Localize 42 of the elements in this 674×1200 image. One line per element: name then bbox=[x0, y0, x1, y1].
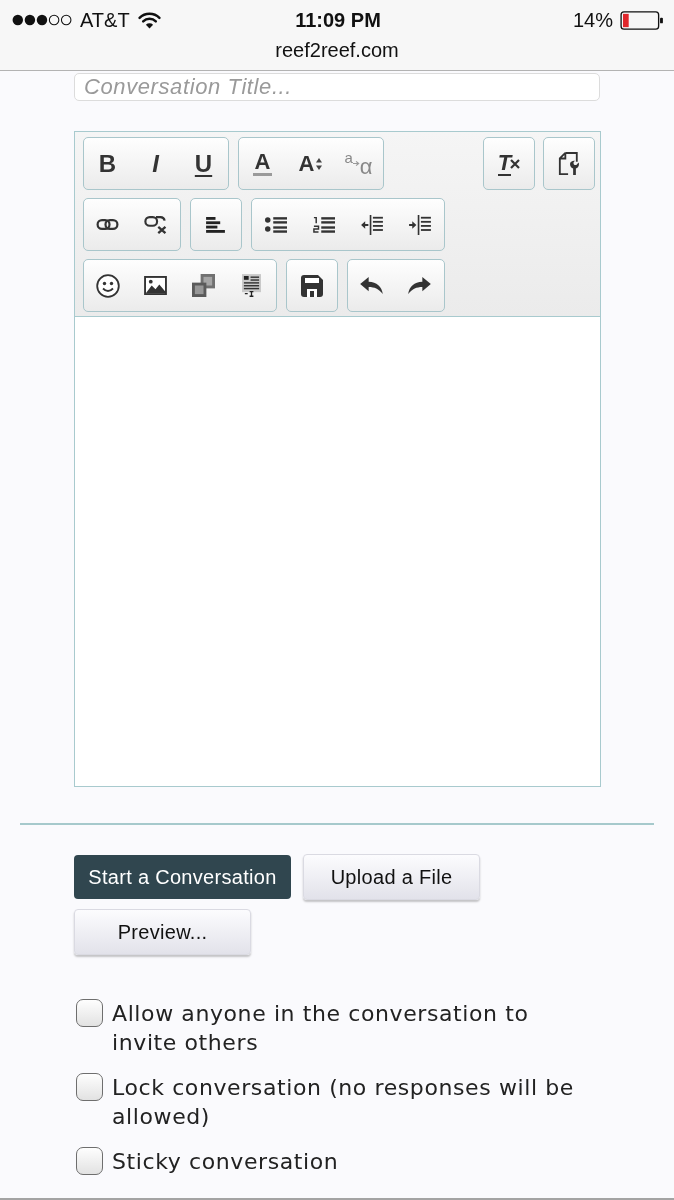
chain-link-icon bbox=[96, 219, 119, 230]
remove-format-button[interactable]: T bbox=[483, 137, 535, 190]
bold-button[interactable]: B bbox=[83, 138, 132, 189]
template-document-icon bbox=[242, 274, 261, 297]
undo-arrow-icon bbox=[360, 277, 383, 294]
option-label: Sticky conversation bbox=[112, 1148, 340, 1176]
image-icon bbox=[144, 276, 167, 295]
italic-button[interactable]: I bbox=[131, 138, 180, 189]
carrier-name: AT&T bbox=[80, 8, 130, 32]
wifi-icon bbox=[137, 11, 161, 29]
small-arrow-icon bbox=[352, 160, 360, 167]
checkbox[interactable] bbox=[76, 1147, 103, 1175]
signal-strength-icon bbox=[12, 14, 72, 26]
smiley-icon bbox=[95, 273, 120, 298]
outdent-icon bbox=[360, 214, 383, 235]
source-button[interactable] bbox=[543, 137, 595, 190]
up-down-arrows-icon bbox=[316, 157, 323, 170]
broken-link-icon bbox=[143, 215, 168, 234]
title-input-field[interactable]: Conversation Title... bbox=[74, 73, 600, 101]
checkbox[interactable] bbox=[76, 1073, 103, 1101]
align-left-icon bbox=[206, 216, 225, 233]
align-left-button[interactable] bbox=[189, 198, 242, 251]
text-color-button[interactable]: A bbox=[238, 138, 287, 189]
save-draft-button[interactable] bbox=[285, 259, 338, 312]
redo-arrow-icon bbox=[408, 277, 431, 294]
form-button[interactable]: Start a Conversation bbox=[74, 855, 291, 899]
indent-icon bbox=[408, 214, 431, 235]
option-label: Allow anyone in the conversation to invite others bbox=[112, 1000, 530, 1057]
battery-percentage: 14% bbox=[572, 8, 613, 32]
form-button[interactable]: Preview... bbox=[74, 909, 251, 955]
underline-button[interactable]: U bbox=[179, 138, 228, 189]
document-wrench-icon bbox=[558, 151, 580, 176]
address-bar-url[interactable]: reef2reef.com bbox=[275, 38, 399, 62]
numbered-list-icon bbox=[312, 216, 335, 233]
clock-time: 11:09 PM bbox=[295, 8, 381, 32]
bulleted-list-icon bbox=[264, 216, 287, 233]
overlapping-frames-icon bbox=[192, 274, 215, 297]
checkbox[interactable] bbox=[76, 999, 103, 1027]
font-size-button[interactable]: A bbox=[286, 138, 335, 189]
option-label: Lock conversation (no responses will be allowed) bbox=[112, 1074, 575, 1131]
form-button[interactable]: Upload a File bbox=[303, 854, 480, 900]
battery-icon bbox=[620, 10, 664, 30]
